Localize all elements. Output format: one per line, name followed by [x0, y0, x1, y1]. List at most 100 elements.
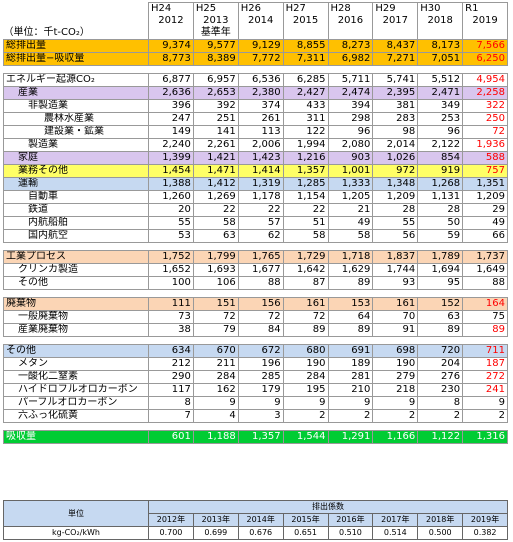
- table-row: 一酸化二窒素 290 284 285 284 281 279 276 272: [3, 370, 508, 384]
- value-cell: 84: [237, 323, 284, 337]
- value-cell: 284: [282, 370, 329, 384]
- value-cell: 59: [417, 229, 464, 243]
- value-cell: 58: [192, 216, 239, 230]
- table-row: 業務その他 1,454 1,471 1,414 1,357 1,001 972 919 757: [3, 164, 508, 178]
- value-cell: 1,260: [148, 190, 194, 204]
- value-cell: 1,694: [417, 263, 464, 277]
- value-cell: 162: [192, 383, 239, 397]
- row-label: 国内航空: [3, 229, 149, 243]
- value-cell: 1,205: [327, 190, 374, 204]
- table-row: クリンカ製造 1,652 1,693 1,677 1,642 1,629 1,744 1,69…: [3, 263, 508, 277]
- value-cell: 230: [417, 383, 464, 397]
- value-cell: 9,129: [237, 39, 284, 53]
- value-cell: 394: [327, 99, 374, 113]
- value-cell: 20: [148, 203, 194, 217]
- value-cell: 1,752: [148, 250, 194, 264]
- value-cell: 1,026: [372, 151, 419, 165]
- value-cell: 392: [192, 99, 239, 113]
- value-cell: 1,333: [327, 177, 374, 191]
- value-cell: 1,412: [192, 177, 239, 191]
- value-cell: 204: [417, 357, 464, 371]
- value-cell: 29: [462, 203, 508, 217]
- value-cell: 113: [237, 125, 284, 139]
- value-cell: 757: [462, 164, 508, 178]
- row-label: 鉄道: [3, 203, 149, 217]
- value-cell: 1,421: [192, 151, 239, 165]
- year-header: H24 2012: [148, 2, 194, 40]
- value-cell: 6,536: [237, 73, 284, 87]
- coef-value: 0.500: [417, 526, 464, 540]
- row-label: 吸収量: [3, 430, 149, 444]
- row-label: メタン: [3, 357, 149, 371]
- value-cell: 1,677: [237, 263, 284, 277]
- coef-year: 2013年: [192, 513, 239, 527]
- value-cell: 1,285: [282, 177, 329, 191]
- value-cell: 1,799: [192, 250, 239, 264]
- value-cell: 1,351: [462, 177, 508, 191]
- value-cell: 241: [462, 383, 508, 397]
- table-row: 自動車 1,260 1,269 1,178 1,154 1,205 1,209 1,131 1,…: [3, 190, 508, 204]
- row-label: 一般廃棄物: [3, 310, 149, 324]
- value-cell: 212: [148, 357, 194, 371]
- value-cell: 195: [282, 383, 329, 397]
- base-year-note: 基準年: [200, 27, 231, 38]
- coef-title: 排出係数: [148, 500, 508, 514]
- row-label: 農林水産業: [3, 112, 149, 126]
- value-cell: 919: [417, 164, 464, 178]
- value-cell: 903: [327, 151, 374, 165]
- value-cell: 8,773: [148, 52, 194, 66]
- value-cell: 276: [417, 370, 464, 384]
- row-label: 自動車: [3, 190, 149, 204]
- value-cell: 149: [148, 125, 194, 139]
- table-row: 産業廃棄物 38 79 84 89 89 91 89 89: [3, 323, 508, 337]
- value-cell: 58: [282, 229, 329, 243]
- value-cell: 8,389: [192, 52, 239, 66]
- coef-value: 0.514: [372, 526, 419, 540]
- table-row: メタン 212 211 196 190 189 190 204 187: [3, 357, 508, 371]
- value-cell: 89: [327, 276, 374, 290]
- value-cell: 57: [237, 216, 284, 230]
- value-cell: 9: [282, 396, 329, 410]
- value-cell: 2,636: [148, 86, 194, 100]
- value-cell: 1,154: [282, 190, 329, 204]
- value-cell: 1,319: [237, 177, 284, 191]
- value-cell: 3: [237, 409, 284, 423]
- value-cell: 261: [237, 112, 284, 126]
- value-cell: 9: [462, 396, 508, 410]
- spacer-row: [4, 243, 508, 251]
- value-cell: 281: [327, 370, 374, 384]
- value-cell: 2: [417, 409, 464, 423]
- value-cell: 58: [327, 229, 374, 243]
- value-cell: 1,131: [417, 190, 464, 204]
- value-cell: 1,178: [237, 190, 284, 204]
- value-cell: 7: [148, 409, 194, 423]
- value-cell: 9: [372, 396, 419, 410]
- value-cell: 89: [282, 323, 329, 337]
- value-cell: 1,544: [282, 430, 329, 444]
- value-cell: 5,711: [327, 73, 374, 87]
- value-cell: 2,240: [148, 138, 194, 152]
- value-cell: 153: [327, 297, 374, 311]
- value-cell: 4: [192, 409, 239, 423]
- value-cell: 1,269: [192, 190, 239, 204]
- value-cell: 73: [148, 310, 194, 324]
- value-cell: 433: [282, 99, 329, 113]
- value-cell: 53: [148, 229, 194, 243]
- value-cell: 7,051: [417, 52, 464, 66]
- value-cell: 2,471: [417, 86, 464, 100]
- value-cell: 22: [237, 203, 284, 217]
- value-cell: 1,414: [237, 164, 284, 178]
- coef-value: 0.382: [462, 526, 508, 540]
- row-label: 業務その他: [3, 164, 149, 178]
- emissions-table: （単位：千t-CO₂） H24 2012 H25 2013 基準年 H26 2014 H…: [3, 2, 508, 444]
- value-cell: 106: [192, 276, 239, 290]
- value-cell: 1,737: [462, 250, 508, 264]
- table-row: 内航船舶 55 58 57 51 49 55 50 49: [3, 216, 508, 230]
- value-cell: 141: [192, 125, 239, 139]
- value-cell: 7,566: [462, 39, 508, 53]
- value-cell: 66: [462, 229, 508, 243]
- value-cell: 1,652: [148, 263, 194, 277]
- value-cell: 9: [237, 396, 284, 410]
- value-cell: 95: [417, 276, 464, 290]
- value-cell: 2,122: [417, 138, 464, 152]
